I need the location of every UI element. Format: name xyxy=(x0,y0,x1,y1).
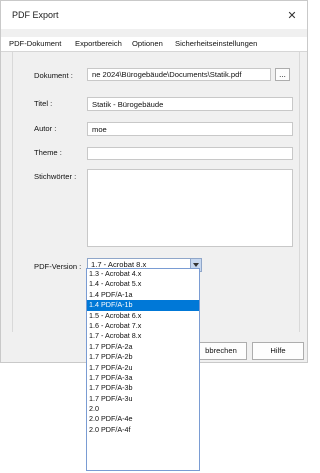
window-title: PDF Export xyxy=(12,10,59,20)
dropdown-option[interactable]: 2.0 xyxy=(87,404,199,414)
close-icon: ✕ xyxy=(287,9,297,22)
title-label: Titel : xyxy=(34,99,53,108)
author-field[interactable]: moe xyxy=(87,122,293,136)
dropdown-option[interactable]: 2.0 PDF/A-4f xyxy=(87,425,199,435)
pdf-version-label: PDF-Version : xyxy=(34,262,82,271)
dropdown-option[interactable]: 1.7 PDF/A-3u xyxy=(87,394,199,404)
tab-exportbereich[interactable]: Exportbereich xyxy=(75,37,122,50)
dropdown-option[interactable]: 2.0 PDF/A-4e xyxy=(87,414,199,424)
dropdown-option[interactable]: 1.7 PDF/A-2b xyxy=(87,352,199,362)
close-button[interactable]: ✕ xyxy=(277,1,307,29)
dropdown-option[interactable]: 1.5 - Acrobat 6.x xyxy=(87,311,199,321)
dropdown-option[interactable]: 1.7 PDF/A-3b xyxy=(87,383,199,393)
dropdown-option[interactable]: 1.7 PDF/A-2a xyxy=(87,342,199,352)
keywords-label: Stichwörter : xyxy=(34,172,77,181)
author-label: Autor : xyxy=(34,124,57,133)
tab-pdf-dokument[interactable]: PDF-Dokument xyxy=(9,37,62,50)
title-field[interactable]: Statik - Bürogebäude xyxy=(87,97,293,111)
dropdown-option[interactable]: 1.6 - Acrobat 7.x xyxy=(87,321,199,331)
tab-sicherheitseinstellungen[interactable]: Sicherheitseinstellungen xyxy=(175,37,257,50)
dropdown-option[interactable]: 1.7 - Acrobat 8.x xyxy=(87,331,199,341)
dropdown-option[interactable]: 1.3 - Acrobat 4.x xyxy=(87,269,199,279)
theme-label: Theme : xyxy=(34,148,62,157)
help-button[interactable]: Hilfe xyxy=(252,342,304,360)
theme-field[interactable] xyxy=(87,147,293,160)
dropdown-option[interactable]: 1.7 PDF/A-2u xyxy=(87,363,199,373)
document-label: Dokument : xyxy=(34,71,73,80)
browse-button[interactable]: ... xyxy=(275,68,290,81)
dropdown-option[interactable]: 1.4 PDF/A-1a xyxy=(87,290,199,300)
pdf-version-dropdown-list: 1.3 - Acrobat 4.x 1.4 - Acrobat 5.x 1.4 … xyxy=(86,268,200,471)
document-path-field[interactable]: ne 2024\Bürogebäude\Documents\Statik.pdf xyxy=(87,68,271,81)
dropdown-option-highlighted[interactable]: 1.4 PDF/A-1b xyxy=(87,300,199,311)
dropdown-option[interactable]: 1.4 - Acrobat 5.x xyxy=(87,279,199,289)
cancel-button[interactable]: bbrechen xyxy=(195,342,247,360)
dropdown-option[interactable]: 1.7 PDF/A-3a xyxy=(87,373,199,383)
tab-bar: PDF-Dokument Exportbereich Optionen Sich… xyxy=(1,37,307,52)
title-bar: PDF Export ✕ xyxy=(1,1,307,29)
keywords-field[interactable] xyxy=(87,169,293,247)
tab-optionen[interactable]: Optionen xyxy=(132,37,163,50)
